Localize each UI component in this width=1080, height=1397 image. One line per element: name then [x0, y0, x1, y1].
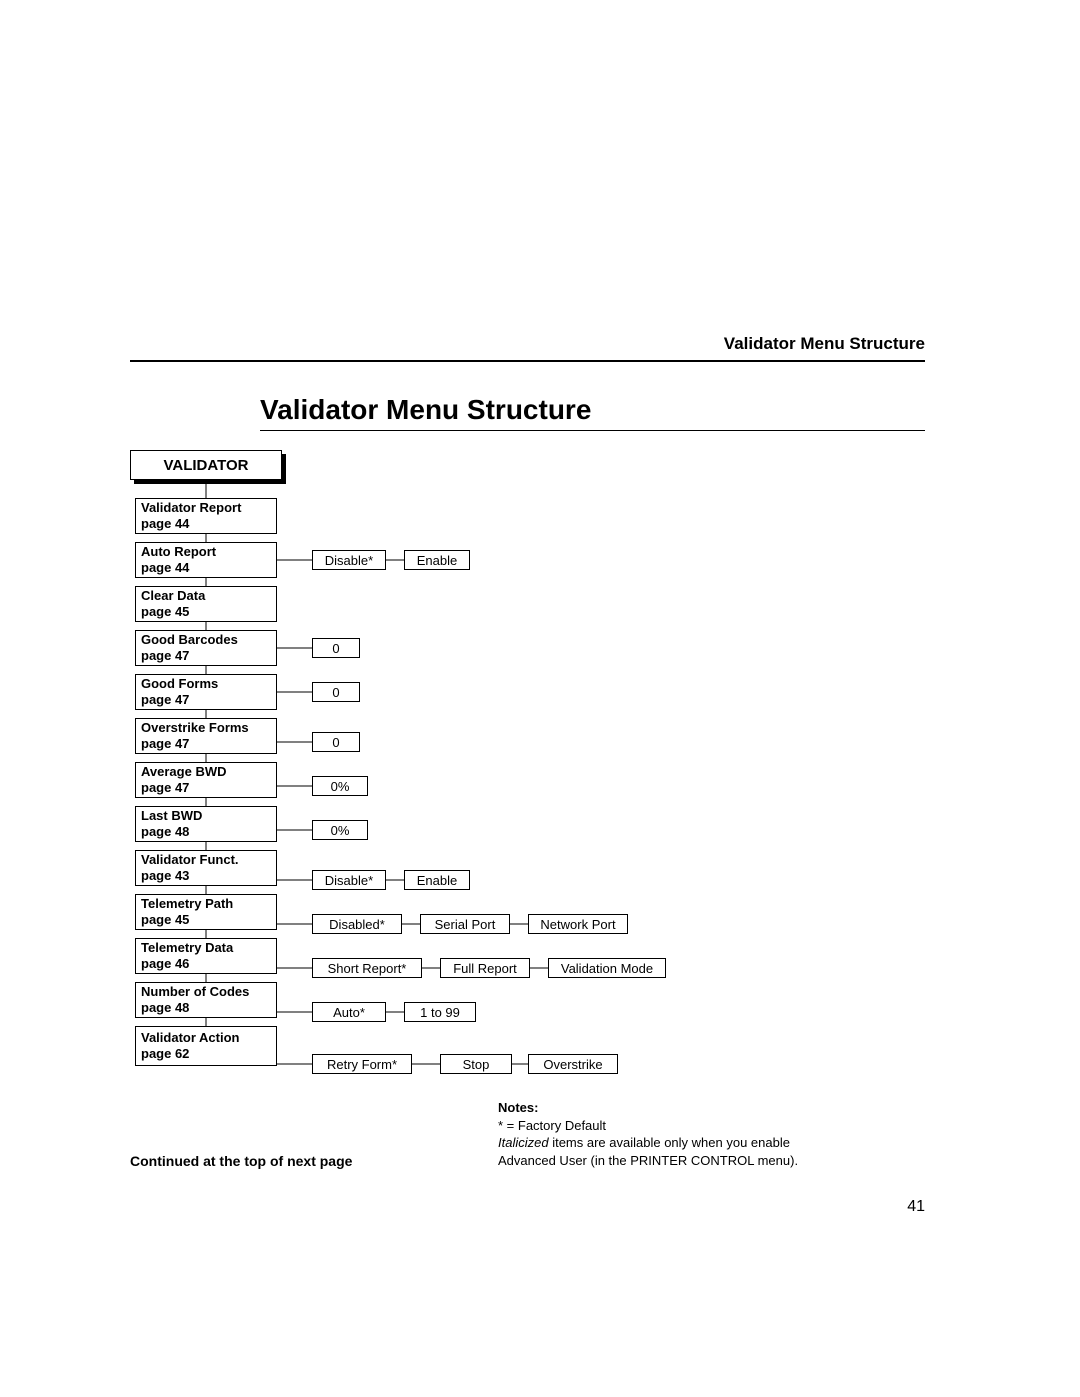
option-telemetry-path-network: Network Port: [528, 914, 628, 934]
menu-page: page 43: [141, 868, 271, 884]
menu-label: Good Barcodes: [141, 632, 271, 648]
document-page: Validator Menu Structure Validator Menu …: [0, 0, 1080, 1397]
menu-page: page 47: [141, 780, 271, 796]
menu-page: page 48: [141, 824, 271, 840]
menu-item-good-forms: Good Forms page 47: [135, 674, 277, 710]
option-overstrike-forms-0: 0: [312, 732, 360, 752]
option-validator-funct-disable: Disable*: [312, 870, 386, 890]
title-rule: [260, 430, 925, 431]
menu-page: page 44: [141, 516, 271, 532]
option-number-codes-range: 1 to 99: [404, 1002, 476, 1022]
menu-label: Average BWD: [141, 764, 271, 780]
option-telemetry-path-disabled: Disabled*: [312, 914, 402, 934]
root-box: VALIDATOR: [130, 450, 282, 480]
menu-item-overstrike-forms: Overstrike Forms page 47: [135, 718, 277, 754]
running-head: Validator Menu Structure: [130, 334, 925, 360]
menu-label: Validator Funct.: [141, 852, 271, 868]
menu-label: Clear Data: [141, 588, 271, 604]
menu-item-telemetry-path: Telemetry Path page 45: [135, 894, 277, 930]
option-validator-action-stop: Stop: [440, 1054, 512, 1074]
option-validator-action-overstrike: Overstrike: [528, 1054, 618, 1074]
menu-page: page 45: [141, 912, 271, 928]
menu-page: page 62: [141, 1046, 271, 1062]
menu-page: page 46: [141, 956, 271, 972]
option-telemetry-data-validation: Validation Mode: [548, 958, 666, 978]
menu-label: Number of Codes: [141, 984, 271, 1000]
option-good-forms-0: 0: [312, 682, 360, 702]
option-validator-funct-enable: Enable: [404, 870, 470, 890]
section-title-block: Validator Menu Structure: [260, 394, 925, 431]
menu-item-last-bwd: Last BWD page 48: [135, 806, 277, 842]
menu-item-auto-report: Auto Report page 44: [135, 542, 277, 578]
menu-label: Validator Action: [141, 1030, 271, 1046]
menu-label: Validator Report: [141, 500, 271, 516]
section-title: Validator Menu Structure: [260, 394, 925, 430]
menu-page: page 44: [141, 560, 271, 576]
option-telemetry-data-full: Full Report: [440, 958, 530, 978]
menu-label: Good Forms: [141, 676, 271, 692]
menu-page: page 47: [141, 648, 271, 664]
menu-label: Auto Report: [141, 544, 271, 560]
option-telemetry-path-serial: Serial Port: [420, 914, 510, 934]
menu-tree: VALIDATOR: [130, 450, 930, 1100]
notes-heading: Notes:: [498, 1099, 828, 1117]
menu-item-validator-action: Validator Action page 62: [135, 1026, 277, 1066]
menu-label: Overstrike Forms: [141, 720, 271, 736]
menu-item-clear-data: Clear Data page 45: [135, 586, 277, 622]
menu-item-telemetry-data: Telemetry Data page 46: [135, 938, 277, 974]
option-validator-action-retry: Retry Form*: [312, 1054, 412, 1074]
option-good-barcodes-0: 0: [312, 638, 360, 658]
notes-line1: * = Factory Default: [498, 1117, 828, 1135]
page-header: Validator Menu Structure: [130, 334, 925, 362]
menu-item-good-barcodes: Good Barcodes page 47: [135, 630, 277, 666]
menu-label: Telemetry Path: [141, 896, 271, 912]
menu-item-average-bwd: Average BWD page 47: [135, 762, 277, 798]
menu-item-number-of-codes: Number of Codes page 48: [135, 982, 277, 1018]
option-number-codes-auto: Auto*: [312, 1002, 386, 1022]
menu-page: page 47: [141, 692, 271, 708]
notes-italic: Italicized: [498, 1135, 549, 1150]
menu-item-validator-funct: Validator Funct. page 43: [135, 850, 277, 886]
option-auto-report-disable: Disable*: [312, 550, 386, 570]
option-average-bwd-0: 0%: [312, 776, 368, 796]
menu-page: page 45: [141, 604, 271, 620]
notes-line2: Italicized items are available only when…: [498, 1134, 828, 1169]
menu-page: page 47: [141, 736, 271, 752]
menu-item-validator-report: Validator Report page 44: [135, 498, 277, 534]
continued-text: Continued at the top of next page: [130, 1153, 352, 1169]
notes-block: Notes: * = Factory Default Italicized it…: [498, 1099, 828, 1169]
option-last-bwd-0: 0%: [312, 820, 368, 840]
header-rule: [130, 360, 925, 362]
option-telemetry-data-short: Short Report*: [312, 958, 422, 978]
menu-label: Telemetry Data: [141, 940, 271, 956]
menu-label: Last BWD: [141, 808, 271, 824]
menu-page: page 48: [141, 1000, 271, 1016]
page-number: 41: [0, 1198, 925, 1216]
option-auto-report-enable: Enable: [404, 550, 470, 570]
